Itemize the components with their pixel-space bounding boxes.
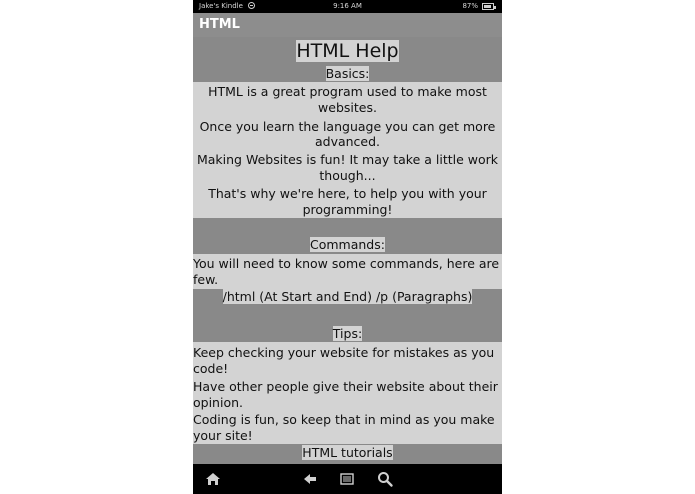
navigation-bar: [193, 464, 502, 494]
tips-line: code!: [193, 361, 229, 376]
battery-fill: [484, 5, 491, 8]
battery-percent: 87%: [462, 2, 478, 10]
commands-line: You will need to know some commands, her…: [193, 256, 502, 271]
commands-heading: Commands:: [310, 237, 385, 252]
commands-line: few.: [193, 272, 219, 287]
app-title-bar: HTML: [193, 13, 502, 37]
tips-line: Coding is fun, so keep that in mind as y…: [193, 412, 495, 427]
basics-line: Once you learn the language you can get …: [199, 119, 496, 134]
page-heading: HTML Help: [296, 40, 399, 62]
tips-line: opinion.: [193, 395, 243, 410]
clock: 9:16 AM: [333, 2, 362, 10]
status-bar: Jake's Kindle 9:16 AM 87%: [193, 0, 502, 13]
home-icon[interactable]: [204, 470, 222, 488]
back-icon[interactable]: [301, 470, 319, 488]
app-title: HTML: [199, 17, 240, 32]
basics-line: That's why we're here, to help you with …: [208, 186, 487, 201]
basics-line: though...: [319, 168, 376, 183]
battery-icon: [482, 3, 496, 10]
basics-line: programming!: [302, 202, 393, 217]
basics-line: websites.: [318, 100, 377, 115]
basics-heading: Basics:: [325, 66, 370, 81]
basics-line: Making Websites is fun! It may take a li…: [196, 152, 499, 167]
basics-line: HTML is a great program used to make mos…: [208, 84, 487, 99]
search-icon[interactable]: [376, 470, 394, 488]
commands-example: /html (At Start and End) /p (Paragraphs): [222, 289, 473, 304]
tips-heading: Tips:: [332, 326, 363, 341]
menu-icon[interactable]: [338, 470, 356, 488]
tips-line: your site!: [193, 428, 253, 443]
web-content[interactable]: HTML Help Basics: HTML is a great progra…: [193, 37, 502, 464]
kindle-screen: Jake's Kindle 9:16 AM 87% HTML HTML Help…: [193, 0, 502, 494]
tutorials-heading: HTML tutorials: [302, 445, 393, 460]
tips-line: Keep checking your website for mistakes …: [193, 345, 495, 360]
basics-line: advanced.: [314, 134, 381, 149]
tips-line: Have other people give their website abo…: [193, 379, 498, 394]
